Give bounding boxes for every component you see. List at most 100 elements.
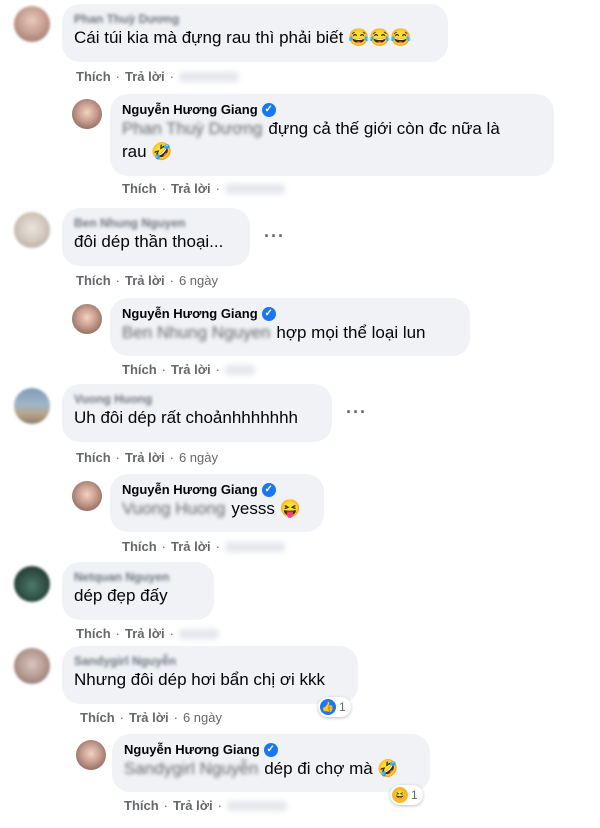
timestamp[interactable]: 6 ngày: [179, 273, 218, 288]
separator: ·: [115, 69, 121, 84]
reply-link[interactable]: Trả lời: [171, 362, 211, 377]
like-link[interactable]: Thích: [76, 626, 111, 641]
reaction-badge[interactable]: 😆 1: [390, 785, 423, 805]
reply-text-body: dép đi chợ mà 🤣: [264, 759, 399, 778]
reply-bubble: Nguyễn Hương Giang ✓ Phan Thuỳ Dương đựng…: [110, 94, 554, 176]
reply-author[interactable]: Nguyễn Hương Giang ✓: [122, 306, 458, 321]
separator: ·: [161, 362, 167, 377]
reply-actions: Thích · Trả lời ·: [124, 798, 287, 813]
comment-bubble: Vuong Huong Uh đôi dép rất choảnhhhhhhh: [62, 384, 332, 442]
reply-actions: Thích · Trả lời ·: [122, 539, 285, 554]
reaction-count: 1: [411, 788, 418, 802]
reply-link[interactable]: Trả lời: [171, 181, 211, 196]
timestamp[interactable]: [178, 71, 239, 82]
timestamp[interactable]: [224, 541, 285, 552]
reaction-count: 1: [339, 700, 346, 714]
reply-text-line2: rau 🤣: [122, 142, 173, 161]
mention-tag[interactable]: Ben Nhung Nguyen: [122, 323, 270, 342]
reply-author[interactable]: Nguyễn Hương Giang ✓: [122, 482, 312, 497]
reply-link[interactable]: Trả lời: [129, 710, 169, 725]
separator: ·: [163, 798, 169, 813]
separator: ·: [169, 273, 174, 288]
reply-author[interactable]: Nguyễn Hương Giang ✓: [122, 102, 542, 117]
comment-bubble: Phan Thuỳ Dương Cái túi kia mà đựng rau …: [62, 4, 448, 62]
like-link[interactable]: Thích: [76, 69, 111, 84]
comment-text: dép đẹp đấy: [74, 586, 168, 605]
reply-link[interactable]: Trả lời: [125, 626, 165, 641]
timestamp[interactable]: [224, 183, 285, 194]
avatar[interactable]: [76, 740, 106, 770]
like-link[interactable]: Thích: [122, 181, 157, 196]
reply-actions: Thích · Trả lời ·: [122, 362, 255, 377]
verified-badge-icon: ✓: [261, 102, 276, 117]
reply-bubble: Nguyễn Hương Giang ✓ Vuong Huong yesss 😝: [110, 474, 324, 532]
reply-author-name[interactable]: Nguyễn Hương Giang: [122, 306, 258, 321]
reply-text: Phan Thuỳ Dương đựng cả thế giới còn đc n…: [122, 117, 542, 140]
reply-actions: Thích · Trả lời ·: [122, 181, 285, 196]
separator: ·: [161, 181, 167, 196]
separator: ·: [169, 626, 174, 641]
separator: ·: [115, 626, 121, 641]
haha-icon: 😆: [392, 787, 408, 803]
reply-link[interactable]: Trả lời: [125, 273, 165, 288]
comment-text: Nhưng đôi dép hơi bẩn chị ơi kkk: [74, 670, 326, 689]
comment-author[interactable]: Sandygirl Nguyễn: [74, 654, 346, 668]
reply-link[interactable]: Trả lời: [125, 450, 165, 465]
avatar[interactable]: [14, 388, 50, 424]
mention-tag[interactable]: Vuong Huong: [122, 499, 225, 518]
reply-bubble: Nguyễn Hương Giang ✓ Ben Nhung Nguyen hợp…: [110, 298, 470, 356]
timestamp[interactable]: [178, 628, 219, 639]
separator: ·: [115, 273, 121, 288]
comment-author[interactable]: Netquan Nguyen: [74, 570, 202, 584]
like-link[interactable]: Thích: [122, 539, 157, 554]
reply-text-body: yesss 😝: [231, 499, 301, 518]
comment-author[interactable]: Ben Nhung Nguyen: [74, 216, 238, 230]
avatar[interactable]: [14, 648, 50, 684]
separator: ·: [169, 69, 174, 84]
reply-text: Vuong Huong yesss 😝: [122, 497, 312, 520]
separator: ·: [119, 710, 125, 725]
timestamp[interactable]: [224, 364, 255, 375]
reply-text-body: hợp mọi thể loại lun: [276, 323, 426, 342]
reply-text: Sandygirl Nguyễn dép đi chợ mà 🤣: [124, 757, 418, 780]
avatar[interactable]: [14, 566, 50, 602]
comment-author[interactable]: Phan Thuỳ Dương: [74, 12, 436, 26]
comment-actions: Thích · Trả lời · 6 ngày: [76, 273, 218, 288]
comment-text: Cái túi kia mà đựng rau thì phải biết 😂😂…: [74, 28, 412, 47]
like-link[interactable]: Thích: [122, 362, 157, 377]
avatar[interactable]: [72, 99, 102, 129]
reply-link[interactable]: Trả lời: [171, 539, 211, 554]
avatar[interactable]: [72, 481, 102, 511]
mention-tag[interactable]: Phan Thuỳ Dương: [122, 119, 262, 138]
avatar[interactable]: [14, 212, 50, 248]
like-link[interactable]: Thích: [76, 450, 111, 465]
comment-actions: Thích · Trả lời ·: [76, 626, 219, 641]
timestamp[interactable]: 6 ngày: [179, 450, 218, 465]
mention-tag[interactable]: Sandygirl Nguyễn: [124, 759, 258, 778]
separator: ·: [217, 798, 222, 813]
comment-actions: Thích · Trả lời · 6 ngày: [76, 450, 218, 465]
like-link[interactable]: Thích: [124, 798, 159, 813]
avatar[interactable]: [14, 6, 50, 42]
reaction-badge[interactable]: 👍 1: [318, 697, 351, 717]
comment-author[interactable]: Vuong Huong: [74, 392, 320, 406]
comment-text: đôi dép thần thoại...: [74, 232, 224, 251]
reply-author-name[interactable]: Nguyễn Hương Giang: [124, 742, 260, 757]
like-link[interactable]: Thích: [76, 273, 111, 288]
reply-link[interactable]: Trả lời: [173, 798, 213, 813]
timestamp[interactable]: 6 ngày: [183, 710, 222, 725]
reply-author-name[interactable]: Nguyễn Hương Giang: [122, 102, 258, 117]
like-icon: 👍: [320, 699, 336, 715]
separator: ·: [169, 450, 174, 465]
more-options-icon[interactable]: ···: [264, 226, 285, 247]
reply-author[interactable]: Nguyễn Hương Giang ✓: [124, 742, 418, 757]
reply-bubble: Nguyễn Hương Giang ✓ Sandygirl Nguyễn dép…: [112, 734, 430, 792]
timestamp[interactable]: [226, 800, 287, 811]
avatar[interactable]: [72, 304, 102, 334]
separator: ·: [215, 181, 220, 196]
more-options-icon[interactable]: ···: [346, 402, 367, 423]
like-link[interactable]: Thích: [80, 710, 115, 725]
reply-link[interactable]: Trả lời: [125, 69, 165, 84]
reply-author-name[interactable]: Nguyễn Hương Giang: [122, 482, 258, 497]
verified-badge-icon: ✓: [263, 742, 278, 757]
